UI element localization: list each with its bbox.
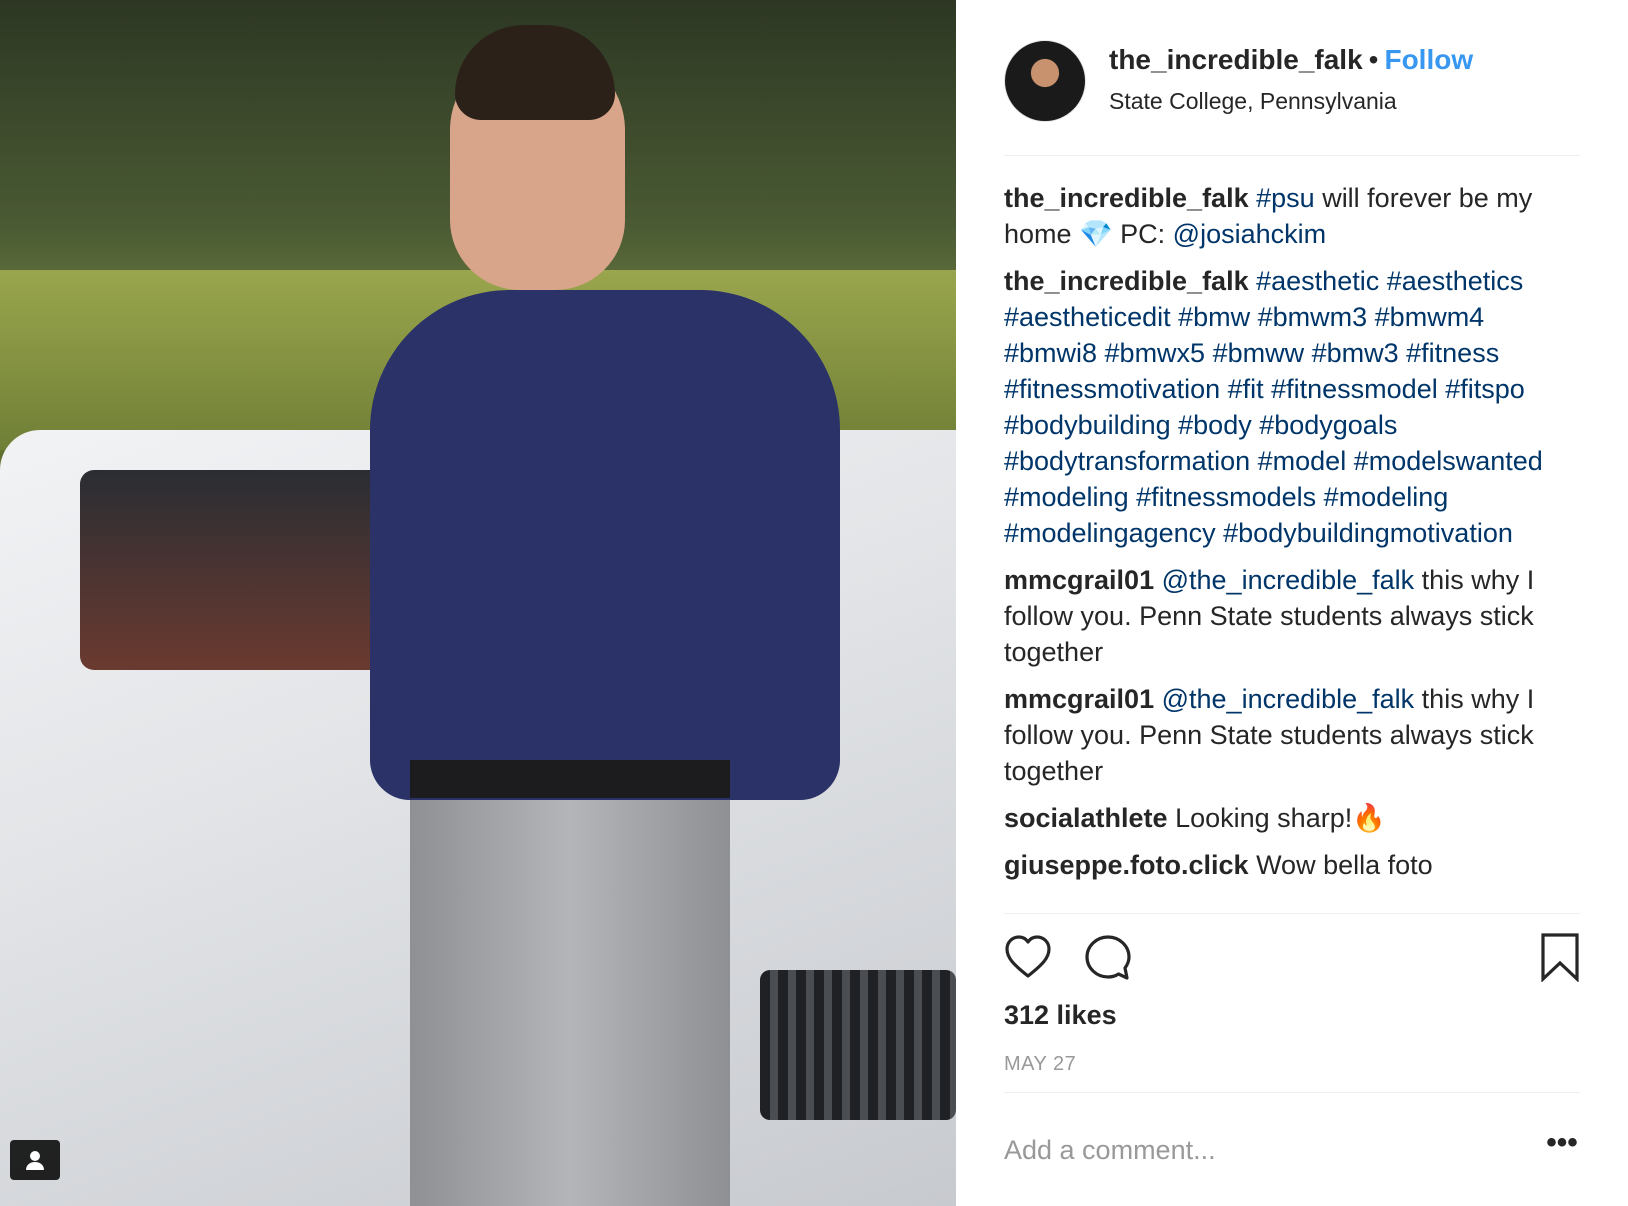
avatar[interactable] [1004,40,1086,122]
photo-person-belt [410,760,730,798]
comment-icon[interactable] [1084,934,1132,982]
action-bar [1004,930,1580,986]
follow-button[interactable]: Follow [1384,44,1473,75]
comment-link[interactable]: #psu [1256,183,1315,213]
comment-item: mmcgrail01 @the_incredible_falk this why… [1004,681,1584,789]
comment-username[interactable]: mmcgrail01 [1004,684,1154,714]
header-separator-dot: • [1368,44,1379,75]
comment-link[interactable]: @the_incredible_falk [1162,565,1415,595]
bookmark-icon[interactable] [1540,932,1580,982]
photo-person-pants [410,770,730,1206]
post-date[interactable]: MAY 27 [1004,1053,1076,1076]
add-comment-input[interactable] [1004,1130,1504,1170]
comment-username[interactable]: mmcgrail01 [1004,565,1154,595]
comment-username[interactable]: socialathlete [1004,803,1168,833]
header-divider [1004,155,1580,156]
tagged-users-button[interactable] [10,1140,60,1180]
comment-username[interactable]: the_incredible_falk [1004,266,1249,296]
comment-text: Looking sharp!🔥 [1175,803,1386,833]
post-location[interactable]: State College, Pennsylvania [1109,88,1397,115]
comments-divider [1004,913,1580,914]
comment-username[interactable]: giuseppe.foto.click [1004,850,1249,880]
header-username[interactable]: the_incredible_falk [1109,44,1363,75]
post-header: the_incredible_falk • Follow State College… [1004,40,1580,122]
comment-item: socialathlete Looking sharp!🔥 [1004,800,1584,836]
more-options-button[interactable]: ••• [1542,1128,1582,1168]
comment-link[interactable]: @josiahckim [1173,219,1326,249]
comment-link[interactable]: @the_incredible_falk [1162,684,1415,714]
photo-car-window [80,470,410,670]
likes-count[interactable]: 312 likes [1004,1000,1117,1031]
comment-item: mmcgrail01 @the_incredible_falk this why… [1004,562,1584,670]
comment-text: Wow bella foto [1256,850,1433,880]
footer-divider [1004,1092,1580,1093]
comment-item: the_incredible_falk #psu will forever be… [1004,180,1584,252]
post-side-panel: the_incredible_falk • Follow State College… [956,0,1628,1206]
heart-icon[interactable] [1004,934,1052,980]
comments-list[interactable]: the_incredible_falk #psu will forever be… [1004,180,1584,913]
comment-item: the_incredible_falk #aesthetic #aestheti… [1004,263,1584,551]
user-tag-icon [26,1151,44,1170]
photo-person-shirt [370,290,840,800]
post-photo[interactable] [0,0,956,1206]
header-user-line: the_incredible_falk • Follow [1109,44,1473,76]
comment-item: giuseppe.foto.click Wow bella foto [1004,847,1584,883]
comment-username[interactable]: the_incredible_falk [1004,183,1249,213]
photo-car-grille [760,970,956,1120]
comment-link[interactable]: #aesthetic #aesthetics #aestheticedit #b… [1004,266,1543,548]
